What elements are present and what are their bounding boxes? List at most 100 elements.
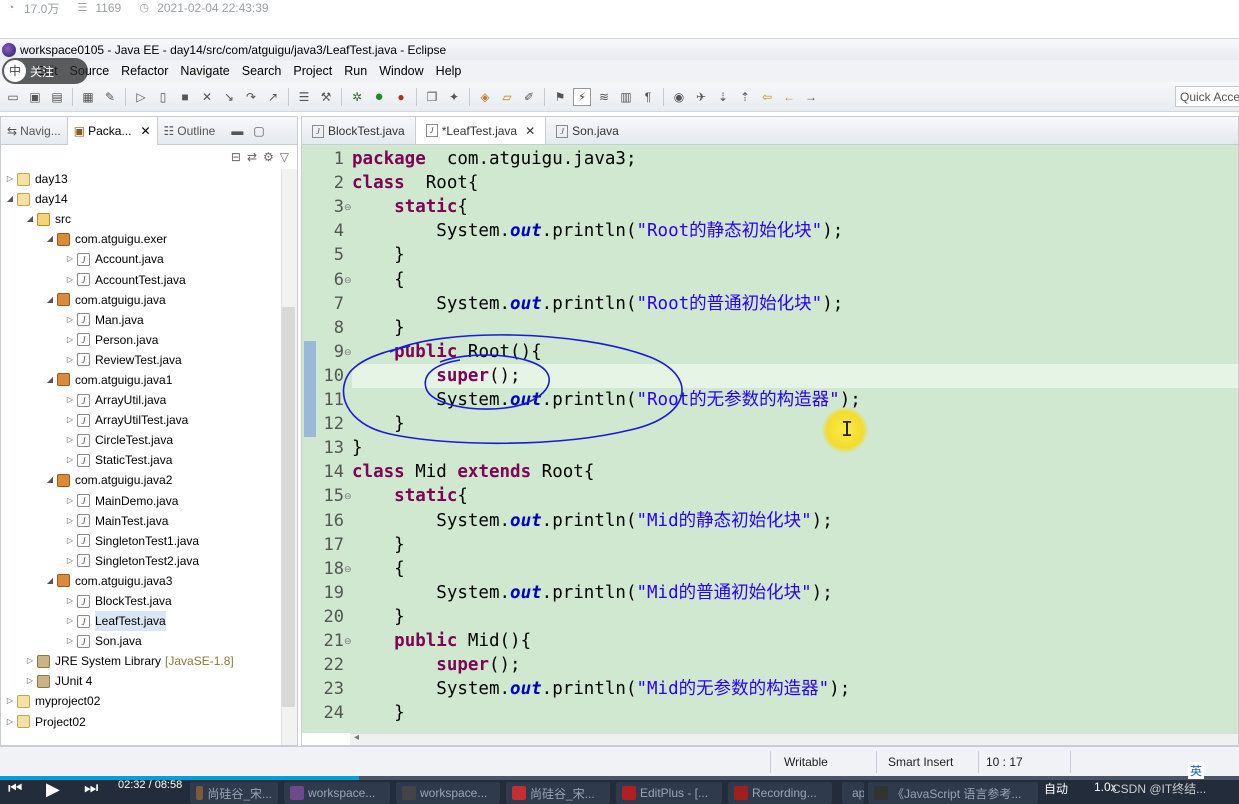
step-return-icon[interactable]: ↗: [264, 88, 282, 106]
fold-toggle-icon[interactable]: ⊖: [344, 268, 352, 292]
play-icon[interactable]: ▶: [46, 779, 60, 800]
collapsed-arrow-icon[interactable]: ▷: [25, 651, 35, 671]
code-line[interactable]: {: [352, 268, 1238, 292]
tree-item[interactable]: ▷ J Person.java: [1, 330, 281, 350]
save-icon[interactable]: ▣: [26, 88, 44, 106]
open-type-icon[interactable]: ◈: [476, 88, 494, 106]
menu-item-window[interactable]: Window: [373, 60, 429, 82]
prev-annotation-icon[interactable]: ⇡: [736, 88, 754, 106]
code-line[interactable]: package com.atguigu.java3;: [352, 147, 1238, 171]
tree-item[interactable]: ◢ com.atguigu.java1: [1, 370, 281, 390]
tree-item[interactable]: ▷ JRE System Library [JavaSE-1.8]: [1, 651, 281, 671]
code-line[interactable]: class Root{: [352, 171, 1238, 195]
collapsed-arrow-icon[interactable]: ▷: [65, 631, 75, 651]
menu-item-navigate[interactable]: Navigate: [174, 60, 235, 82]
code-line[interactable]: public Mid(){: [352, 629, 1238, 653]
code-line[interactable]: static{: [352, 195, 1238, 219]
collapsed-arrow-icon[interactable]: ▷: [65, 430, 75, 450]
tree-item[interactable]: ▷ J Account.java: [1, 249, 281, 269]
tree-item[interactable]: ▷ J ArrayUtil.java: [1, 390, 281, 410]
code-line[interactable]: static{: [352, 484, 1238, 508]
collapsed-arrow-icon[interactable]: ▷: [5, 169, 15, 189]
menu-item-help[interactable]: Help: [430, 60, 468, 82]
pin-icon[interactable]: ✈: [692, 88, 710, 106]
expanded-arrow-icon[interactable]: ◢: [25, 209, 35, 229]
disconnect-icon[interactable]: ✕: [198, 88, 216, 106]
menu-item-project[interactable]: Project: [287, 60, 338, 82]
code-line[interactable]: System.out.println("Root的静态初始化块");: [352, 219, 1238, 243]
minimize-icon[interactable]: ▬: [231, 124, 243, 138]
fold-toggle-icon[interactable]: ⊖: [344, 195, 352, 219]
menu-item-search[interactable]: Search: [236, 60, 288, 82]
new-icon[interactable]: ▭: [4, 88, 22, 106]
expanded-arrow-icon[interactable]: ◢: [45, 290, 55, 310]
expanded-arrow-icon[interactable]: ◢: [45, 229, 55, 249]
expanded-arrow-icon[interactable]: ◢: [45, 470, 55, 490]
collapsed-arrow-icon[interactable]: ▷: [65, 491, 75, 511]
collapsed-arrow-icon[interactable]: ▷: [65, 350, 75, 370]
ime-indicator[interactable]: 英: [1188, 762, 1205, 779]
link-with-editor-icon[interactable]: ⇄: [247, 150, 257, 164]
previous-icon[interactable]: ⏮: [8, 780, 22, 798]
tree-item[interactable]: ◢ com.atguigu.java3: [1, 571, 281, 591]
run-icon[interactable]: ●: [370, 88, 388, 106]
code-line[interactable]: }: [352, 533, 1238, 557]
code-line[interactable]: System.out.println("Mid的普通初始化块");: [352, 581, 1238, 605]
step-over-icon[interactable]: ↷: [242, 88, 260, 106]
build-icon[interactable]: ⚒: [317, 88, 335, 106]
open-task-icon[interactable]: ✐: [520, 88, 538, 106]
step-into-icon[interactable]: ↘: [220, 88, 238, 106]
view-menu-icon[interactable]: ▽: [280, 150, 289, 164]
code-line[interactable]: }: [352, 701, 1238, 725]
tab-leaftest[interactable]: J *LeafTest.java ✕: [414, 116, 547, 144]
close-icon[interactable]: ✕: [140, 124, 150, 138]
code-line[interactable]: System.out.println("Mid的无参数的构造器");: [352, 677, 1238, 701]
debug-icon[interactable]: ✲: [348, 88, 366, 106]
tree-item[interactable]: ◢ day14: [1, 189, 281, 209]
expanded-arrow-icon[interactable]: ◢: [5, 189, 15, 209]
block-select-icon[interactable]: ▥: [617, 88, 635, 106]
collapse-all-icon[interactable]: ⊟: [231, 150, 241, 164]
taskbar-item[interactable]: 尚硅谷_宋...: [190, 782, 278, 804]
tree-item[interactable]: ▷ myproject02: [1, 691, 281, 711]
tree-item[interactable]: ▷ J SingletonTest1.java: [1, 531, 281, 551]
fold-toggle-icon[interactable]: ⊖: [344, 484, 352, 508]
code-line[interactable]: super();: [352, 653, 1238, 677]
tree-item[interactable]: ▷ Project02: [1, 712, 281, 732]
collapsed-arrow-icon[interactable]: ▷: [65, 511, 75, 531]
terminate-icon[interactable]: ■: [176, 88, 194, 106]
tree-item[interactable]: ◢ com.atguigu.java: [1, 290, 281, 310]
tree-item[interactable]: ▷ J LeafTest.java: [1, 611, 281, 632]
tree-item[interactable]: ▷ J SingletonTest2.java: [1, 551, 281, 571]
collapsed-arrow-icon[interactable]: ▷: [5, 712, 15, 732]
tab-outline[interactable]: ☷ Outline: [158, 117, 222, 145]
code-line[interactable]: }: [352, 605, 1238, 629]
external-tools-icon[interactable]: ●: [392, 88, 410, 106]
menu-item-refactor[interactable]: Refactor: [115, 60, 174, 82]
collapsed-arrow-icon[interactable]: ▷: [65, 551, 75, 571]
tree-item[interactable]: ▷ J AccountTest.java: [1, 269, 281, 289]
collapsed-arrow-icon[interactable]: ▷: [65, 330, 75, 350]
fold-toggle-icon[interactable]: ⊖: [344, 629, 352, 653]
back-icon[interactable]: ←: [780, 88, 798, 106]
collapsed-arrow-icon[interactable]: ▷: [65, 450, 75, 470]
annotation-icon[interactable]: ⚑: [551, 88, 569, 106]
tree-item[interactable]: ▷ J StaticTest.java: [1, 450, 281, 470]
menu-item-run[interactable]: Run: [338, 60, 373, 82]
maximize-icon[interactable]: ▢: [253, 124, 264, 138]
new-server-icon[interactable]: ❐: [423, 88, 441, 106]
collapsed-arrow-icon[interactable]: ▷: [65, 410, 75, 430]
expanded-arrow-icon[interactable]: ◢: [45, 370, 55, 390]
tree-item[interactable]: ◢ com.atguigu.exer: [1, 229, 281, 249]
last-edit-icon[interactable]: ⇦: [758, 88, 776, 106]
tree-item[interactable]: ▷ J MainTest.java: [1, 511, 281, 531]
word-wrap-icon[interactable]: ≋: [595, 88, 613, 106]
collapsed-arrow-icon[interactable]: ▷: [65, 611, 75, 631]
code-line[interactable]: System.out.println("Root的普通初始化块");: [352, 292, 1238, 316]
resume-icon[interactable]: ▷: [132, 88, 150, 106]
collapsed-arrow-icon[interactable]: ▷: [65, 249, 75, 269]
collapsed-arrow-icon[interactable]: ▷: [5, 691, 15, 711]
toggle-mark-icon[interactable]: ⚡: [573, 87, 591, 106]
follow-badge[interactable]: 中 关注: [2, 58, 88, 84]
suspend-icon[interactable]: ▯: [154, 88, 172, 106]
